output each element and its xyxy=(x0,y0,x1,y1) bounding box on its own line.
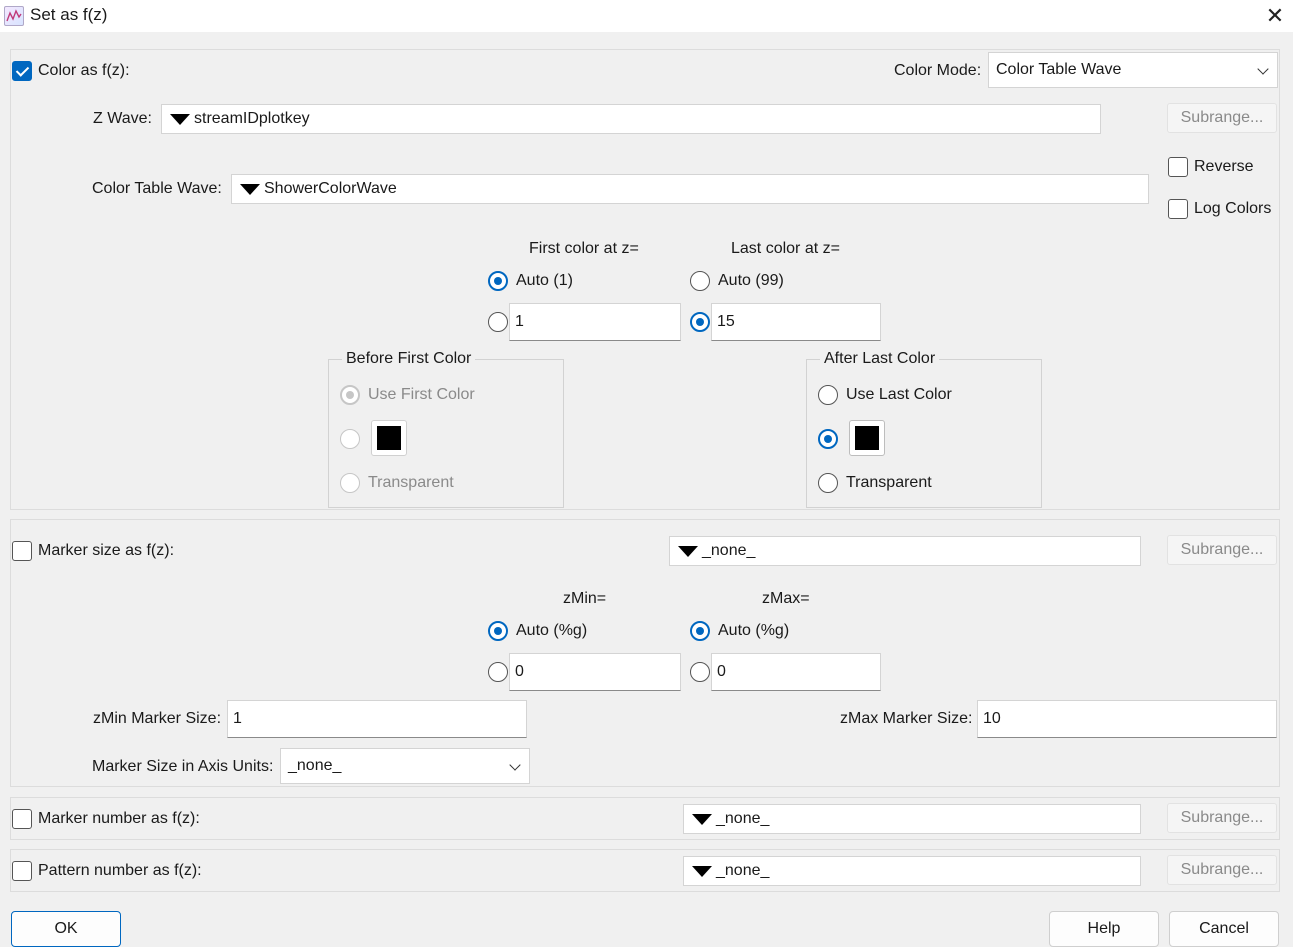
color-table-wave-value: ShowerColorWave xyxy=(264,180,397,197)
axis-units-select[interactable]: _none_ xyxy=(280,748,530,784)
last-color-header: Last color at z= xyxy=(731,240,840,257)
zmax-header: zMax= xyxy=(762,590,810,607)
use-first-color-label: Use First Color xyxy=(368,386,475,403)
zmax-auto-label: Auto (%g) xyxy=(718,622,790,639)
pattern-number-subrange-button[interactable]: Subrange... xyxy=(1167,855,1277,885)
zmax-auto-radio[interactable] xyxy=(690,621,710,641)
chevron-down-icon xyxy=(1257,63,1269,75)
zmin-marker-size-input[interactable]: 1 xyxy=(227,700,527,738)
marker-number-wave-popup[interactable]: _none_ xyxy=(683,804,1141,834)
close-icon[interactable]: ✕ xyxy=(1262,4,1288,28)
triangle-down-icon xyxy=(678,546,698,557)
after-transparent-label: Transparent xyxy=(846,474,932,491)
color-mode-label: Color Mode: xyxy=(894,62,982,79)
color-as-fz-label: Color as f(z): xyxy=(38,62,130,79)
after-swatch-fill xyxy=(855,426,879,450)
z-wave-subrange-button[interactable]: Subrange... xyxy=(1167,103,1277,133)
zmin-value-input[interactable]: 0 xyxy=(509,653,681,691)
reverse-checkbox[interactable] xyxy=(1168,157,1188,177)
zmax-marker-size-input[interactable]: 10 xyxy=(977,700,1277,738)
triangle-down-icon xyxy=(692,814,712,825)
color-mode-select[interactable]: Color Table Wave xyxy=(988,52,1278,88)
before-transparent-label: Transparent xyxy=(368,474,454,491)
marker-size-wave-popup[interactable]: _none_ xyxy=(669,536,1141,566)
use-first-color-radio[interactable] xyxy=(340,385,360,405)
first-color-header: First color at z= xyxy=(529,240,639,257)
window-title: Set as f(z) xyxy=(30,5,108,24)
marker-size-checkbox[interactable] xyxy=(12,541,32,561)
pattern-number-label: Pattern number as f(z): xyxy=(38,862,202,879)
triangle-down-icon xyxy=(170,114,190,125)
z-wave-label: Z Wave: xyxy=(93,110,152,127)
marker-number-subrange-button[interactable]: Subrange... xyxy=(1167,803,1277,833)
first-auto-radio[interactable] xyxy=(488,271,508,291)
pattern-number-checkbox[interactable] xyxy=(12,861,32,881)
use-last-color-radio[interactable] xyxy=(818,385,838,405)
zmax-value-input[interactable]: 0 xyxy=(711,653,881,691)
pattern-number-wave-value: _none_ xyxy=(716,862,770,879)
triangle-down-icon xyxy=(240,184,260,195)
after-color-swatch[interactable] xyxy=(849,420,885,456)
before-swatch-fill xyxy=(377,426,401,450)
marker-number-wave-value: _none_ xyxy=(716,810,770,827)
color-table-wave-popup[interactable]: ShowerColorWave xyxy=(231,174,1149,204)
marker-number-checkbox[interactable] xyxy=(12,809,32,829)
first-auto-label: Auto (1) xyxy=(516,272,573,289)
marker-size-wave-value: _none_ xyxy=(702,542,756,559)
after-transparent-radio[interactable] xyxy=(818,473,838,493)
marker-size-label: Marker size as f(z): xyxy=(38,542,175,559)
before-transparent-radio[interactable] xyxy=(340,473,360,493)
before-color-swatch[interactable] xyxy=(371,420,407,456)
zmin-auto-label: Auto (%g) xyxy=(516,622,588,639)
color-table-wave-label: Color Table Wave: xyxy=(92,180,222,197)
zmin-value-radio[interactable] xyxy=(488,662,508,682)
color-mode-value: Color Table Wave xyxy=(996,61,1122,78)
last-value-input[interactable]: 15 xyxy=(711,303,881,341)
last-auto-label: Auto (99) xyxy=(718,272,784,289)
first-value-radio[interactable] xyxy=(488,312,508,332)
zmin-marker-size-label: zMin Marker Size: xyxy=(93,710,222,727)
z-wave-value: streamIDplotkey xyxy=(194,110,310,127)
title-bar xyxy=(0,0,1293,32)
log-colors-checkbox[interactable] xyxy=(1168,199,1188,219)
marker-number-label: Marker number as f(z): xyxy=(38,810,200,827)
before-first-color-title: Before First Color xyxy=(342,349,476,369)
chevron-down-icon xyxy=(509,759,521,771)
after-last-color-title: After Last Color xyxy=(820,349,940,369)
last-value-radio[interactable] xyxy=(690,312,710,332)
zmin-auto-radio[interactable] xyxy=(488,621,508,641)
z-wave-popup[interactable]: streamIDplotkey xyxy=(161,104,1101,134)
first-value-input[interactable]: 1 xyxy=(509,303,681,341)
after-swatch-radio[interactable] xyxy=(818,429,838,449)
use-last-color-label: Use Last Color xyxy=(846,386,952,403)
color-as-fz-checkbox[interactable] xyxy=(12,61,32,81)
log-colors-label: Log Colors xyxy=(1194,200,1272,217)
before-swatch-radio[interactable] xyxy=(340,429,360,449)
zmax-marker-size-label: zMax Marker Size: xyxy=(840,710,973,727)
pattern-number-wave-popup[interactable]: _none_ xyxy=(683,856,1141,886)
marker-size-subrange-button[interactable]: Subrange... xyxy=(1167,535,1277,565)
axis-units-label: Marker Size in Axis Units: xyxy=(92,758,274,775)
reverse-label: Reverse xyxy=(1194,158,1254,175)
zmax-value-radio[interactable] xyxy=(690,662,710,682)
zmin-header: zMin= xyxy=(563,590,607,607)
last-auto-radio[interactable] xyxy=(690,271,710,291)
triangle-down-icon xyxy=(692,866,712,877)
app-icon xyxy=(4,6,24,26)
axis-units-value: _none_ xyxy=(288,757,342,774)
